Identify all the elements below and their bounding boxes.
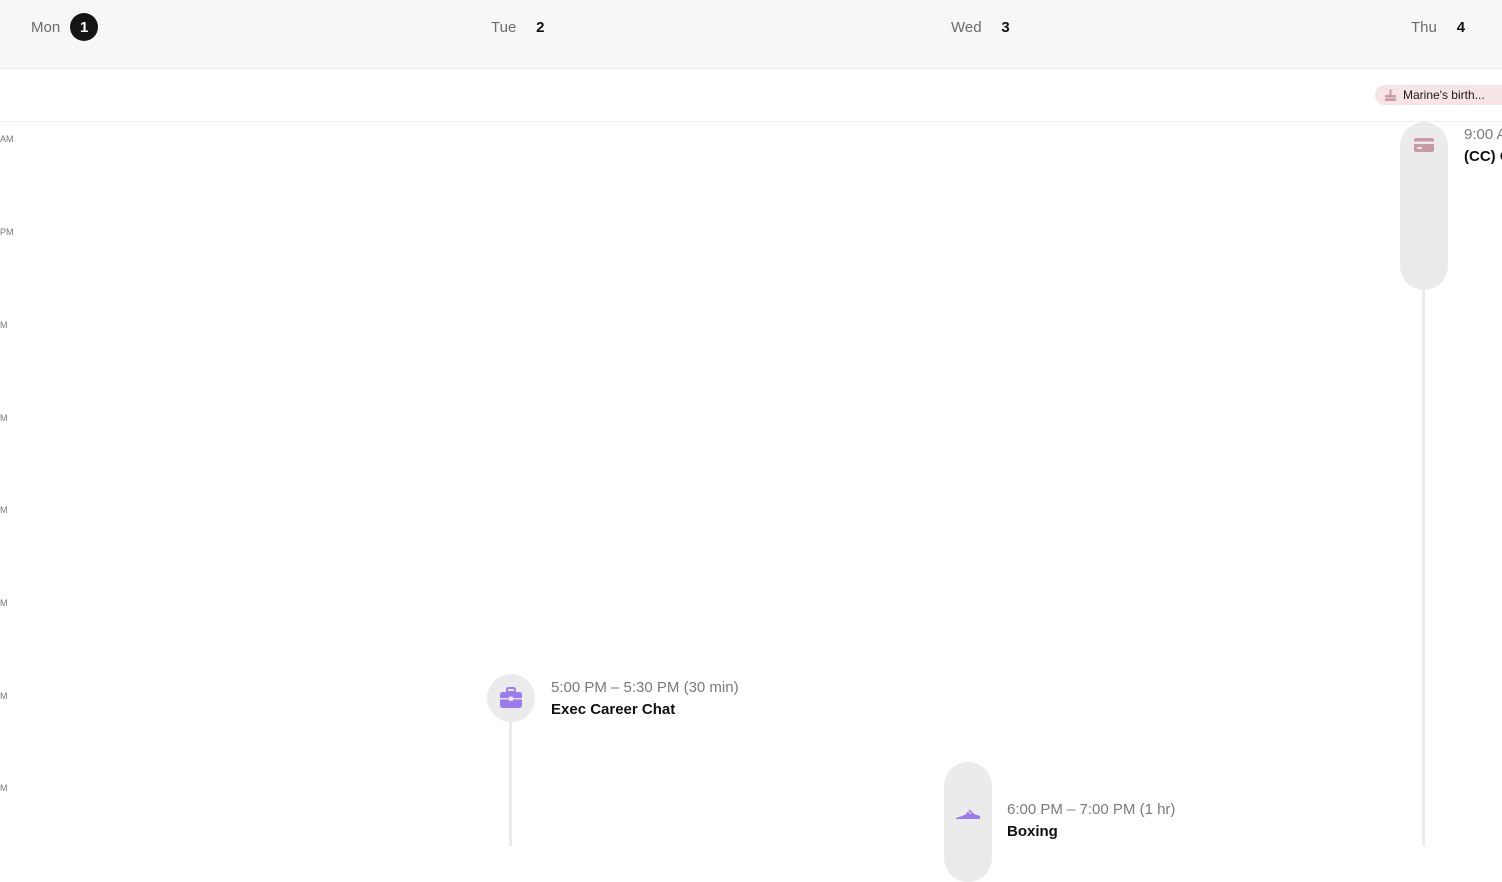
day-name: Mon bbox=[31, 18, 61, 36]
time-label: M bbox=[0, 505, 8, 515]
all-day-event-label: Marine's birth... bbox=[1403, 88, 1485, 102]
shoe-icon bbox=[955, 805, 981, 826]
time-label: M bbox=[0, 783, 8, 793]
time-label: M bbox=[0, 691, 8, 701]
time-label: PM bbox=[0, 227, 14, 237]
time-label: M bbox=[0, 598, 8, 608]
event-title[interactable]: Exec Career Chat bbox=[551, 701, 675, 718]
time-label: M bbox=[0, 413, 8, 423]
card-icon bbox=[1414, 137, 1434, 158]
event-time: 5:00 PM – 5:30 PM (30 min) bbox=[551, 679, 739, 696]
event-time: 9:00 AM bbox=[1464, 126, 1502, 143]
day-number-today: 1 bbox=[70, 13, 99, 41]
event-career-chat-dot[interactable] bbox=[487, 674, 535, 722]
day-header-wed[interactable]: Wed 3 bbox=[951, 13, 1020, 41]
time-label: AM bbox=[0, 134, 14, 144]
event-title[interactable]: (CC) C bbox=[1464, 148, 1502, 165]
briefcase-icon bbox=[499, 687, 523, 709]
day-name: Tue bbox=[491, 18, 517, 36]
day-header-mon[interactable]: Mon 1 bbox=[31, 13, 99, 41]
all-day-event-birthday[interactable]: Marine's birth... bbox=[1375, 85, 1502, 105]
event-thu-morning-stem bbox=[1422, 285, 1425, 846]
day-name: Wed bbox=[951, 18, 982, 36]
cake-icon bbox=[1384, 89, 1397, 102]
day-header-thu[interactable]: Thu 4 bbox=[1411, 13, 1475, 41]
event-time: 6:00 PM – 7:00 PM (1 hr) bbox=[1007, 801, 1176, 818]
day-number: 3 bbox=[1001, 18, 1010, 36]
day-number: 2 bbox=[536, 18, 545, 36]
event-career-chat-stem bbox=[509, 710, 512, 846]
event-title[interactable]: Boxing bbox=[1007, 823, 1058, 840]
day-name: Thu bbox=[1411, 18, 1437, 36]
time-label: M bbox=[0, 320, 8, 330]
all-day-row bbox=[0, 69, 1502, 122]
week-header: Mon 1 Tue 2 Wed 3 Thu 4 bbox=[0, 0, 1502, 69]
day-header-tue[interactable]: Tue 2 bbox=[491, 13, 554, 41]
day-number: 4 bbox=[1456, 18, 1466, 36]
